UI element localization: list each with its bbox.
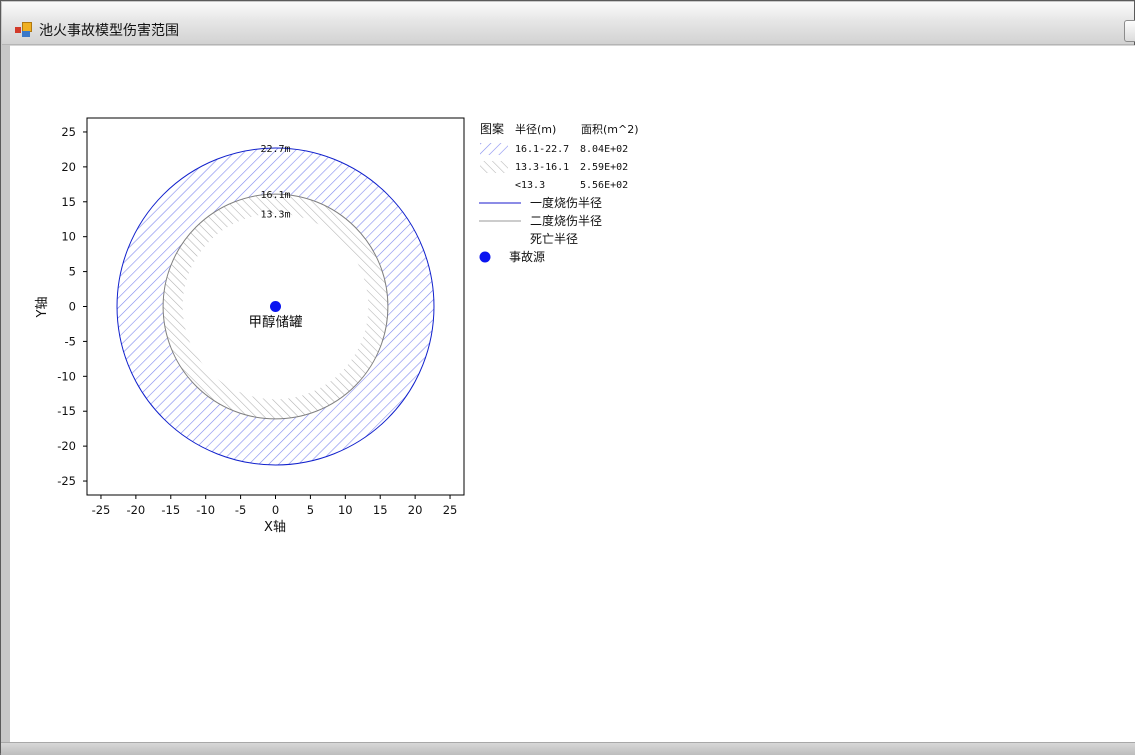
x-axis-label: X轴 (264, 520, 286, 535)
x-tick-label: 15 (373, 503, 388, 517)
source-label: 甲醇储罐 (249, 314, 303, 331)
y-axis-label: Y轴 (35, 297, 50, 319)
legend-header-area: 面积(m^2) (581, 123, 639, 136)
y-tick-label: 5 (69, 265, 76, 279)
x-tick-label: 5 (307, 503, 314, 517)
x-axis-ticks: -25 -20 -15 -10 -5 0 5 10 15 20 25 (92, 495, 458, 517)
source-point (270, 301, 281, 312)
legend-label-second-burn: 二度烧伤半径 (530, 213, 602, 228)
y-tick-label: 25 (61, 125, 76, 139)
x-tick-label: -10 (196, 503, 215, 517)
legend-label-first-burn: 一度烧伤半径 (530, 195, 602, 210)
legend-marker-source (479, 251, 491, 263)
legend-swatch-gray-hatch (480, 161, 508, 173)
x-tick-label: 10 (338, 503, 353, 517)
y-tick-label: 20 (61, 160, 76, 174)
y-axis-ticks: 25 20 15 10 5 0 -5 -10 -15 -20 -25 (57, 125, 87, 488)
legend-label-source: 事故源 (509, 249, 545, 264)
y-tick-label: 0 (69, 300, 76, 314)
legend-swatch-blue-hatch (480, 143, 508, 155)
y-tick-label: -20 (57, 439, 76, 453)
y-tick-label: -25 (57, 474, 76, 488)
x-tick-label: -25 (92, 503, 111, 517)
legend-range-2: <13.3 (515, 180, 545, 191)
y-tick-label: 10 (61, 230, 76, 244)
y-tick-label: -5 (65, 334, 76, 348)
y-tick-label: 15 (61, 195, 76, 209)
x-tick-label: -15 (161, 503, 180, 517)
legend-header-pattern: 图案 (480, 121, 504, 136)
ring-label-death: 13.3m (260, 210, 290, 221)
legend-area-1: 2.59E+02 (580, 162, 628, 173)
legend-label-death: 死亡半径 (530, 232, 578, 246)
x-tick-label: 25 (443, 503, 458, 517)
legend-area-2: 5.56E+02 (580, 180, 628, 191)
ring-label-second: 16.1m (260, 190, 290, 201)
legend-area-0: 8.04E+02 (580, 144, 628, 155)
y-tick-label: -10 (57, 369, 76, 383)
y-tick-label: -15 (57, 404, 76, 418)
legend-range-0: 16.1-22.7 (515, 144, 569, 155)
x-tick-label: -20 (126, 503, 145, 517)
legend: 图案 半径(m) 面积(m^2) 16.1-22.7 8.04E+02 13.3… (479, 121, 639, 264)
x-tick-label: -5 (235, 503, 246, 517)
chart: 22.7m 16.1m 13.3m 甲醇储罐 -25 -20 -15 -10 -5 0 5 10 1… (35, 117, 639, 535)
legend-range-1: 13.3-16.1 (515, 162, 569, 173)
x-tick-label: 20 (408, 503, 423, 517)
ring-label-first: 22.7m (260, 144, 290, 155)
x-tick-label: 0 (272, 503, 279, 517)
legend-header-radius: 半径(m) (515, 122, 556, 136)
